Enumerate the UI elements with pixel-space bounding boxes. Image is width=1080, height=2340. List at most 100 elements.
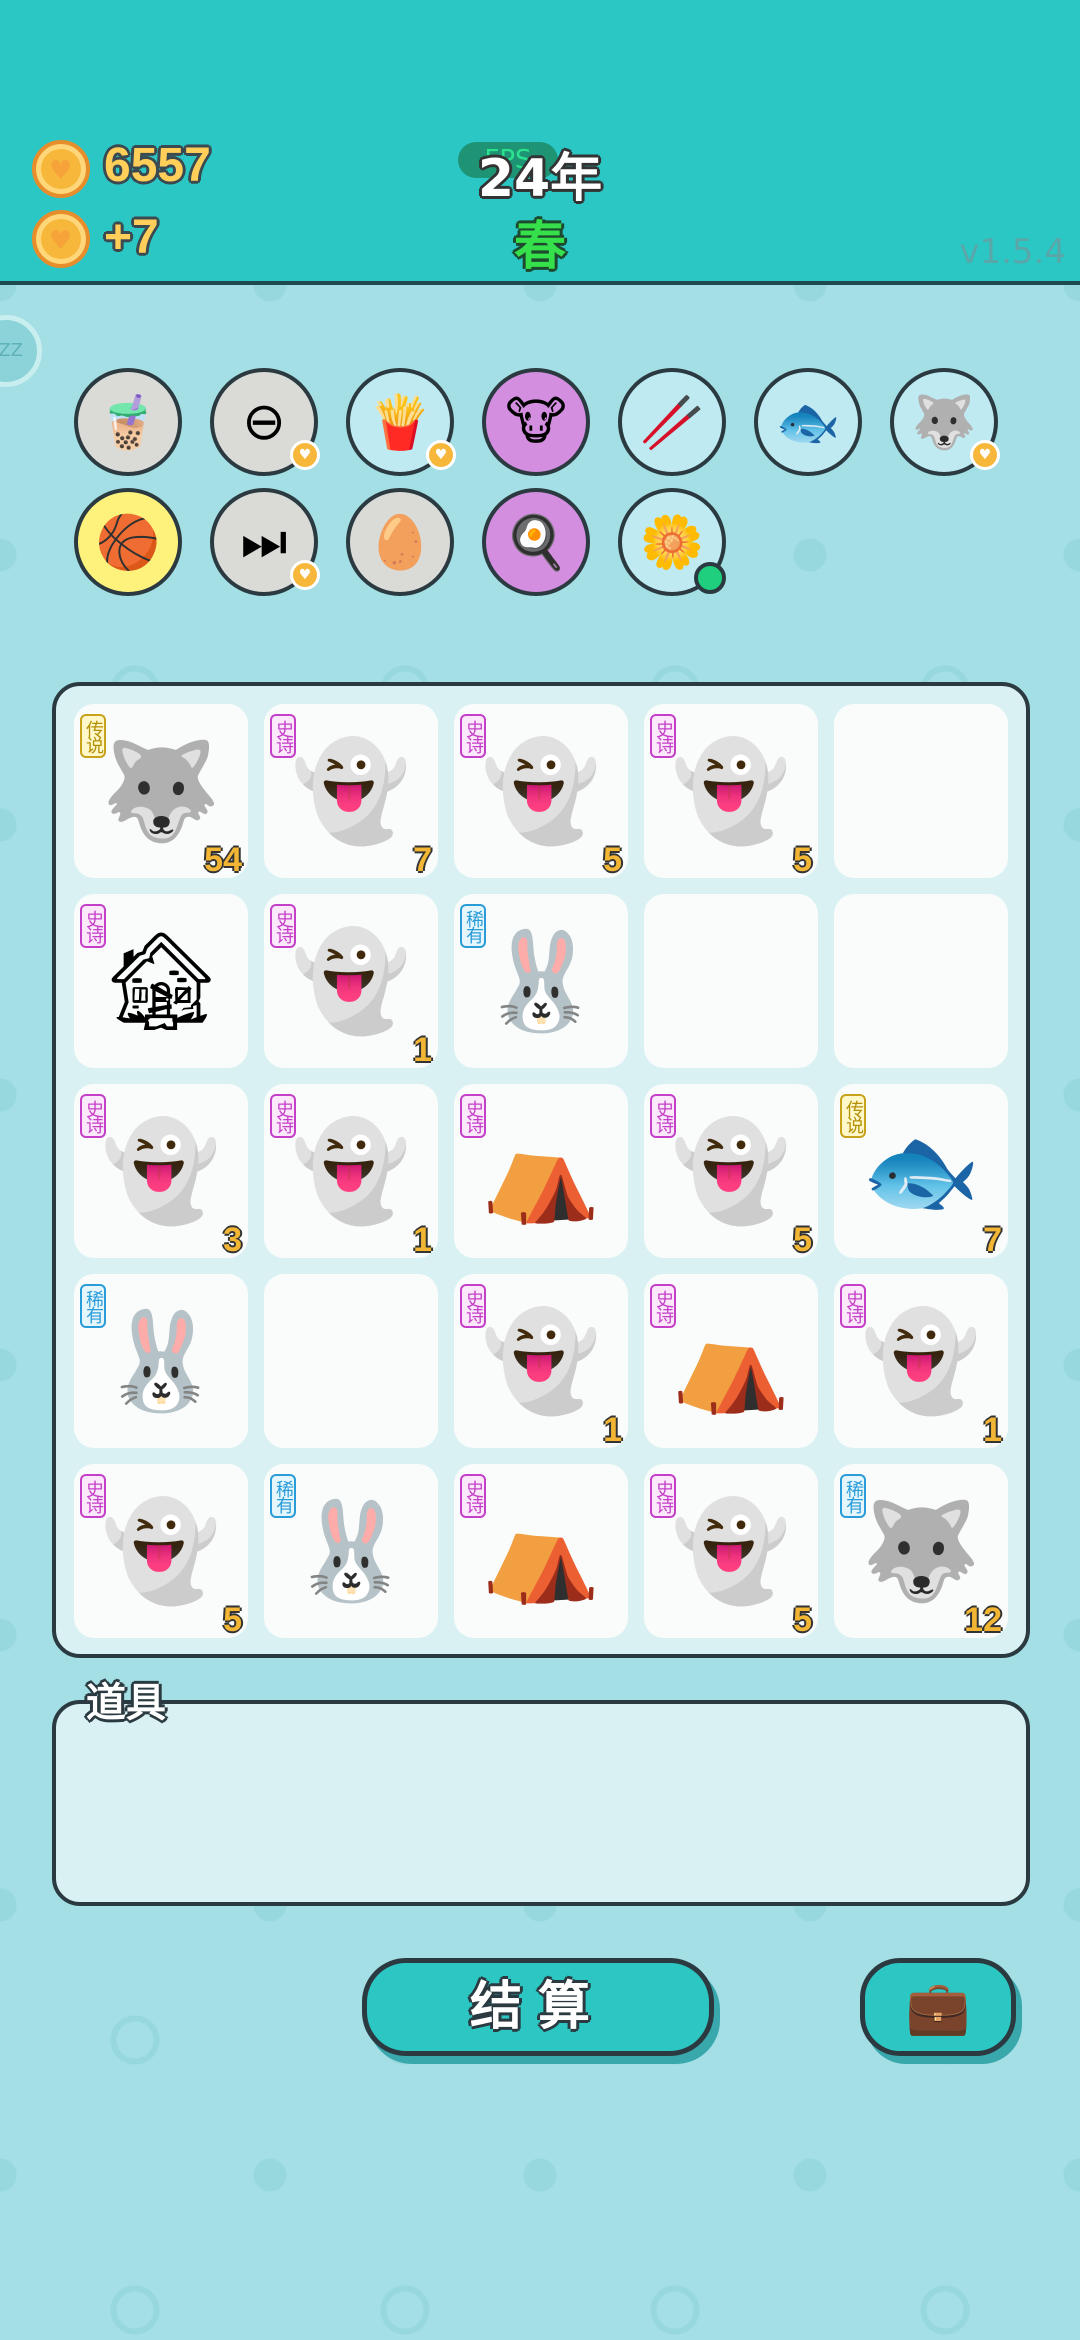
settle-button[interactable]: 结算 xyxy=(362,1958,714,2056)
heart-badge-icon: ♥ xyxy=(290,560,320,590)
fries-icon: 🍟 xyxy=(367,392,433,453)
rarity-tag: 史诗 xyxy=(460,1284,486,1328)
creature-icon: 🐟 xyxy=(861,1114,981,1227)
rarity-tag: 稀有 xyxy=(270,1474,296,1518)
board-cell[interactable]: 👻 史诗 5 xyxy=(74,1464,248,1638)
board-cell[interactable] xyxy=(834,704,1008,878)
creature-icon: 👻 xyxy=(291,734,411,847)
item-minus[interactable]: ⊖ ♥ xyxy=(210,368,320,476)
top-bar: ♥ 6557 ♥ +7 FPS 24年 春 v1.5.4 xyxy=(0,0,1080,285)
version-label: v1.5.4 xyxy=(959,232,1066,272)
coin-balance: 6557 xyxy=(104,139,211,192)
fish-tank-icon: 🐟 xyxy=(775,392,841,453)
item-husky[interactable]: 🐺 ♥ xyxy=(890,368,1000,476)
board-cell[interactable]: ⛺ 史诗 xyxy=(454,1464,628,1638)
cell-count: 7 xyxy=(983,1221,1002,1258)
rarity-tag: 史诗 xyxy=(650,1474,676,1518)
creature-icon: 🐰 xyxy=(481,924,601,1037)
rarity-tag: 传说 xyxy=(80,714,106,758)
cell-count: 7 xyxy=(413,841,432,878)
year-label: 24年 xyxy=(477,149,603,209)
item-basketballs[interactable]: 🏀 xyxy=(74,488,182,596)
bag-button[interactable]: 💼 xyxy=(860,1958,1016,2056)
creature-icon: 🐰 xyxy=(101,1304,221,1417)
board-cell[interactable]: 👻 史诗 5 xyxy=(644,704,818,878)
cell-count: 1 xyxy=(603,1411,622,1448)
board-cell[interactable]: 👻 史诗 1 xyxy=(454,1274,628,1448)
minus-icon: ⊖ xyxy=(242,392,286,452)
coin-icon: ♥ xyxy=(32,140,90,198)
season-label: 春 xyxy=(513,217,566,277)
board-cell[interactable]: 👻 史诗 1 xyxy=(264,1084,438,1258)
chopsticks-icon: 🥢 xyxy=(639,392,705,453)
rarity-tag: 史诗 xyxy=(80,1474,106,1518)
board-cell[interactable] xyxy=(834,894,1008,1068)
rarity-tag: 稀有 xyxy=(80,1284,106,1328)
rarity-tag: 史诗 xyxy=(80,904,106,948)
board-cell[interactable]: 👻 史诗 5 xyxy=(644,1084,818,1258)
item-bubble-tea[interactable]: 🧋 xyxy=(74,368,182,476)
board-cell[interactable]: 🐰 稀有 xyxy=(264,1464,438,1638)
creature-icon: 👻 xyxy=(481,734,601,847)
rarity-tag: 史诗 xyxy=(270,1094,296,1138)
board-cell[interactable]: 👻 史诗 5 xyxy=(644,1464,818,1638)
new-indicator-dot xyxy=(694,562,726,594)
item-chopsticks[interactable]: 🥢 xyxy=(618,368,726,476)
item-fries[interactable]: 🍟 ♥ xyxy=(346,368,456,476)
rarity-tag: 史诗 xyxy=(650,714,676,758)
rarity-tag: 史诗 xyxy=(460,1094,486,1138)
egg-tray-icon: 🥚 xyxy=(367,512,433,573)
heart-badge-icon: ♥ xyxy=(970,440,1000,470)
item-cow-card[interactable]: 🐮 xyxy=(482,368,590,476)
board-cell[interactable]: 🐟 传说 7 xyxy=(834,1084,1008,1258)
item-fish-tank[interactable]: 🐟 xyxy=(754,368,862,476)
game-board: 🐺 传说 54 👻 史诗 7 👻 史诗 5 👻 史诗 5 🏚 史诗 👻 史诗 1 🐰 稀有 👻 史诗 3 👻 史诗 1 ⛺ 史诗 👻 史… xyxy=(52,682,1030,1658)
board-cell[interactable] xyxy=(644,894,818,1068)
bubble-tea-icon: 🧋 xyxy=(95,392,161,453)
cell-count: 5 xyxy=(793,1601,812,1638)
rarity-tag: 史诗 xyxy=(650,1094,676,1138)
cell-count: 5 xyxy=(793,1221,812,1258)
item-skip[interactable]: ⏭ ♥ xyxy=(210,488,320,596)
props-title: 道具 xyxy=(86,1680,166,1726)
board-cell[interactable]: 🐰 稀有 xyxy=(454,894,628,1068)
board-cell[interactable]: 🐺 传说 54 xyxy=(74,704,248,878)
creature-icon: 🏚 xyxy=(100,924,222,1037)
rarity-tag: 史诗 xyxy=(270,714,296,758)
creature-icon: ⛺ xyxy=(671,1304,791,1417)
creature-icon: 🐰 xyxy=(291,1494,411,1607)
board-cell[interactable]: 👻 史诗 3 xyxy=(74,1084,248,1258)
cell-count: 3 xyxy=(223,1221,242,1258)
board-cell[interactable]: 👻 史诗 5 xyxy=(454,704,628,878)
board-cell[interactable]: 👻 史诗 1 xyxy=(834,1274,1008,1448)
board-cell[interactable]: 👻 史诗 1 xyxy=(264,894,438,1068)
board-cell[interactable]: ⛺ 史诗 xyxy=(644,1274,818,1448)
creature-icon: 👻 xyxy=(291,924,411,1037)
board-cell[interactable]: 🏚 史诗 xyxy=(74,894,248,1068)
creature-icon: 🐺 xyxy=(101,734,221,847)
cell-count: 5 xyxy=(603,841,622,878)
creature-icon: ⛺ xyxy=(481,1494,601,1607)
creature-icon: 👻 xyxy=(101,1494,221,1607)
board-cell[interactable] xyxy=(264,1274,438,1448)
creature-icon: 👻 xyxy=(671,734,791,847)
board-cell[interactable]: 🐰 稀有 xyxy=(74,1274,248,1448)
item-egg[interactable]: 🍳 xyxy=(482,488,590,596)
item-egg-tray[interactable]: 🥚 xyxy=(346,488,454,596)
rarity-tag: 稀有 xyxy=(460,904,486,948)
income-coin-icon: ♥ xyxy=(32,210,90,268)
board-cell[interactable]: 👻 史诗 7 xyxy=(264,704,438,878)
husky-icon: 🐺 xyxy=(911,392,977,453)
creature-icon: 👻 xyxy=(671,1114,791,1227)
cell-count: 5 xyxy=(793,841,812,878)
board-cell[interactable]: ⛺ 史诗 xyxy=(454,1084,628,1258)
item-flower-pot[interactable]: 🌼 xyxy=(618,488,726,596)
skip-icon: ⏭ xyxy=(240,511,288,572)
creature-icon: 🐺 xyxy=(861,1494,981,1607)
cell-count: 5 xyxy=(223,1601,242,1638)
cell-count: 12 xyxy=(964,1601,1002,1638)
rarity-tag: 史诗 xyxy=(650,1284,676,1328)
heart-badge-icon: ♥ xyxy=(426,440,456,470)
props-panel xyxy=(52,1700,1030,1906)
board-cell[interactable]: 🐺 稀有 12 xyxy=(834,1464,1008,1638)
